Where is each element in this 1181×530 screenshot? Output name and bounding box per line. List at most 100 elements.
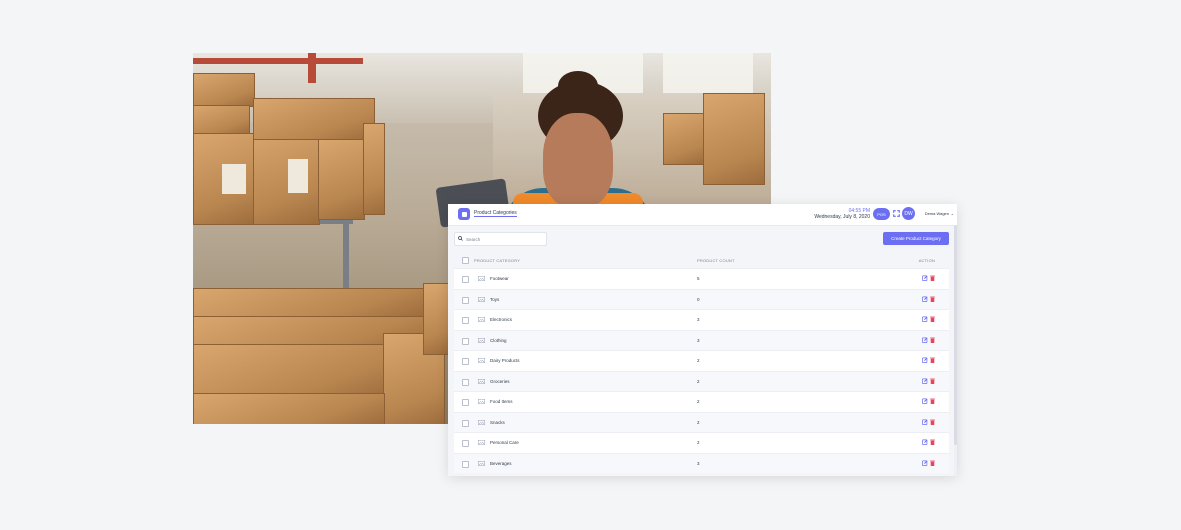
pos-button[interactable]: POS: [873, 208, 890, 220]
image-placeholder-icon: [478, 337, 485, 343]
photo-box: [423, 283, 450, 355]
edit-icon[interactable]: [922, 460, 928, 466]
photo-rack: [193, 58, 363, 64]
edit-icon[interactable]: [922, 398, 928, 404]
row-checkbox[interactable]: [462, 460, 469, 468]
photo-box: [193, 133, 257, 225]
photo-box: [253, 98, 375, 140]
table-row: Footwear 5: [454, 268, 949, 289]
row-checkbox[interactable]: [462, 378, 469, 386]
table-row: Food Items 2: [454, 391, 949, 412]
table-row: Personal Care 2: [454, 432, 949, 453]
table-row: Snacks 2: [454, 411, 949, 432]
category-name: Snacks: [490, 419, 505, 425]
image-placeholder-icon: [478, 399, 485, 404]
photo-box: [193, 393, 385, 424]
datetime: 04:55 PM Wednesday, July 8, 2020: [814, 208, 870, 220]
photo-box: [253, 128, 320, 225]
header-action: ACTION: [918, 258, 935, 263]
edit-icon[interactable]: [922, 439, 928, 445]
edit-icon[interactable]: [922, 275, 928, 281]
top-bar: Product Categories 04:55 PM Wednesday, J…: [448, 204, 957, 226]
trash-icon[interactable]: [930, 378, 935, 384]
image-placeholder-icon: [478, 419, 485, 425]
chevron-down-icon[interactable]: ⌄: [951, 211, 954, 216]
photo-box: [318, 138, 365, 220]
row-checkbox[interactable]: [462, 317, 469, 324]
row-checkbox[interactable]: [462, 296, 469, 304]
category-name: Personal Care: [490, 440, 519, 445]
table-row: Beverages 3: [454, 452, 949, 473]
product-count: 3: [697, 460, 700, 466]
current-date: Wednesday, July 8, 2020: [814, 214, 870, 220]
edit-icon[interactable]: [922, 357, 928, 363]
scrollbar-thumb[interactable]: [954, 225, 957, 445]
photo-skylight: [663, 53, 753, 93]
photo-box: [663, 113, 705, 165]
trash-icon[interactable]: [930, 460, 935, 466]
category-name: Beverages: [490, 460, 512, 466]
photo-box: [363, 123, 385, 215]
product-count: 2: [697, 399, 700, 404]
image-placeholder-icon: [478, 378, 485, 384]
fullscreen-icon[interactable]: [893, 210, 900, 217]
image-placeholder-icon: [478, 296, 485, 302]
image-placeholder-icon: [478, 317, 485, 322]
search-box[interactable]: [454, 232, 547, 246]
trash-icon[interactable]: [930, 357, 935, 363]
grid-icon: [461, 211, 467, 217]
header-product-count: PRODUCT COUNT: [697, 258, 735, 263]
product-count: 5: [697, 276, 700, 281]
category-name: Toys: [490, 296, 500, 302]
category-name: Electronics: [490, 317, 513, 322]
product-count: 0: [697, 296, 700, 302]
trash-icon[interactable]: [930, 296, 935, 302]
photo-box: [193, 288, 425, 318]
row-checkbox[interactable]: [462, 358, 469, 365]
photo-worker-bun: [558, 71, 598, 101]
user-name[interactable]: Dema Wagen: [925, 211, 949, 216]
page-title: Product Categories: [474, 210, 517, 217]
category-name: Dairy Products: [490, 358, 520, 363]
trash-icon[interactable]: [930, 275, 935, 281]
row-checkbox[interactable]: [462, 440, 469, 447]
table-row: Electronics 3: [454, 309, 949, 330]
category-name: Groceries: [490, 378, 510, 384]
table-row: Toys 0: [454, 288, 949, 309]
image-placeholder-icon: [478, 460, 485, 466]
row-checkbox[interactable]: [462, 276, 469, 283]
row-checkbox[interactable]: [462, 419, 469, 427]
table-body: Footwear 5 Toys 0 Electronics 3 Clothing 3 Dairy…: [454, 268, 949, 473]
trash-icon[interactable]: [930, 419, 935, 425]
image-placeholder-icon: [478, 440, 485, 445]
search-input[interactable]: [466, 235, 542, 243]
trash-icon[interactable]: [930, 439, 935, 445]
row-checkbox[interactable]: [462, 337, 469, 345]
category-name: Clothing: [490, 337, 507, 343]
app-window: Product Categories 04:55 PM Wednesday, J…: [448, 204, 957, 476]
image-placeholder-icon: [478, 276, 485, 281]
photo-box: [703, 93, 765, 185]
menu-toggle-button[interactable]: [458, 208, 470, 220]
edit-icon[interactable]: [922, 316, 928, 322]
trash-icon[interactable]: [930, 337, 935, 343]
row-checkbox[interactable]: [462, 399, 469, 406]
table-header: PRODUCT CATEGORY PRODUCT COUNT ACTION: [454, 252, 949, 268]
product-count: 2: [697, 440, 700, 445]
category-name: Footwear: [490, 276, 509, 281]
edit-icon[interactable]: [922, 296, 928, 302]
trash-icon[interactable]: [930, 316, 935, 322]
product-count: 2: [697, 419, 700, 425]
category-name: Food Items: [490, 399, 513, 404]
product-count: 3: [697, 317, 700, 322]
edit-icon[interactable]: [922, 378, 928, 384]
create-product-category-button[interactable]: Create Product Category: [883, 232, 949, 245]
edit-icon[interactable]: [922, 419, 928, 425]
table-row: Groceries 2: [454, 370, 949, 391]
photo-box: [193, 73, 255, 107]
header-product-category: PRODUCT CATEGORY: [474, 258, 521, 263]
trash-icon[interactable]: [930, 398, 935, 404]
edit-icon[interactable]: [922, 337, 928, 343]
select-all-checkbox[interactable]: [462, 257, 469, 264]
avatar[interactable]: DW: [902, 207, 915, 220]
